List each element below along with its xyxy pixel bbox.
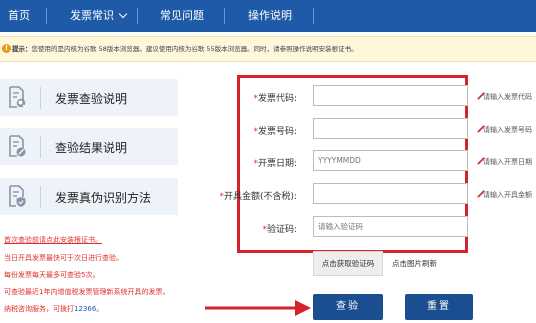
- invoice-amount-hint: 请输入开具金额: [483, 191, 532, 199]
- nav-divider: [224, 8, 225, 24]
- nav-invoice-knowledge[interactable]: 发票常识: [70, 0, 128, 32]
- install-certificate-link[interactable]: 首次查验前请点此安装根证书。: [4, 235, 102, 245]
- captcha-refresh-tip: 点击图片刷新: [392, 259, 437, 268]
- chevron-down-icon: [118, 9, 128, 19]
- shield-document-icon: [9, 185, 26, 207]
- red-arrow-icon: [205, 300, 311, 316]
- hotline-suffix: 。: [96, 305, 104, 313]
- captcha-label-text: 验证码:: [266, 225, 297, 235]
- sidebar-item-label: 发票真伪识别方法: [55, 191, 152, 205]
- invoice-date-input[interactable]: [313, 150, 468, 171]
- invoice-code-label-text: 发票代码:: [257, 94, 297, 104]
- sidebar-divider: [40, 87, 41, 109]
- invoice-amount-input[interactable]: [313, 183, 468, 204]
- invoice-date-label: *开票日期:: [253, 156, 297, 169]
- hotline-prefix: 纳税咨询服务，可拨打: [4, 305, 74, 313]
- check-button[interactable]: 查验: [313, 294, 383, 320]
- pencil-document-icon: [9, 135, 26, 157]
- nav-invoice-knowledge-label: 发票常识: [70, 9, 114, 22]
- hotline-note: 纳税咨询服务，可拨打12366。: [4, 304, 103, 314]
- invoice-number-label-text: 发票号码:: [257, 127, 297, 137]
- invoice-amount-label: *开具金额(不含税):: [219, 189, 297, 202]
- invoice-number-hint: 请输入发票号码: [483, 126, 532, 134]
- sidebar-item-label: 发票查验说明: [55, 92, 128, 106]
- invoice-amount-label-text: 开具金额(不含税):: [223, 192, 297, 202]
- sidebar-divider: [40, 136, 41, 158]
- sidebar-item-result-instructions[interactable]: 查验结果说明: [0, 128, 178, 165]
- invoice-date-hint: 请输入开票日期: [483, 158, 532, 166]
- nav-divider: [137, 8, 138, 24]
- magnifier-document-icon: [9, 86, 26, 108]
- nav-divider: [313, 8, 314, 24]
- sidebar-item-label: 查验结果说明: [55, 141, 128, 155]
- invoice-code-input[interactable]: [313, 85, 468, 106]
- nav-instructions[interactable]: 操作说明: [248, 0, 292, 32]
- invoice-number-label: *发票号码:: [253, 124, 297, 137]
- invoice-number-input[interactable]: [313, 118, 468, 139]
- notice-message: 您使用的是内核为谷歌 58版本浏览器。建议使用内核为谷歌 55版本浏览器。同时，…: [31, 45, 358, 53]
- hotline-number: 12366: [74, 305, 97, 313]
- invoice-code-hint: 请输入发票代码: [483, 93, 532, 101]
- captcha-image-button[interactable]: 点击获取验证码: [313, 251, 383, 276]
- warning-icon: !: [2, 44, 11, 53]
- sidebar-item-check-instructions[interactable]: 发票查验说明: [0, 79, 178, 116]
- note-line: 可查验最近1年内增值税发票管理新系统开具的发票。: [4, 288, 170, 296]
- reset-button[interactable]: 重置: [405, 294, 473, 320]
- notice-label: 提示：: [12, 45, 32, 53]
- nav-divider: [46, 8, 47, 24]
- notice-bar: ! 提示：您使用的是内核为谷歌 58版本浏览器。建议使用内核为谷歌 55版本浏览…: [0, 36, 536, 62]
- nav-faq[interactable]: 常见问题: [160, 0, 204, 32]
- notice-text: 提示：您使用的是内核为谷歌 58版本浏览器。建议使用内核为谷歌 55版本浏览器。…: [12, 43, 358, 53]
- sidebar-divider: [40, 186, 41, 208]
- invoice-code-label: *发票代码:: [253, 91, 297, 104]
- invoice-date-label-text: 开票日期:: [257, 159, 297, 169]
- nav-home[interactable]: 首页: [8, 0, 30, 32]
- captcha-label: *验证码:: [262, 222, 297, 235]
- sidebar-item-authenticity-methods[interactable]: 发票真伪识别方法: [0, 178, 178, 215]
- note-line: 当日开具发票最快可于次日进行查验。: [4, 254, 123, 262]
- top-nav: 首页 发票常识 常见问题 操作说明: [0, 0, 536, 32]
- captcha-input[interactable]: [313, 216, 468, 237]
- note-line: 每份发票每天最多可查验5次。: [4, 271, 100, 279]
